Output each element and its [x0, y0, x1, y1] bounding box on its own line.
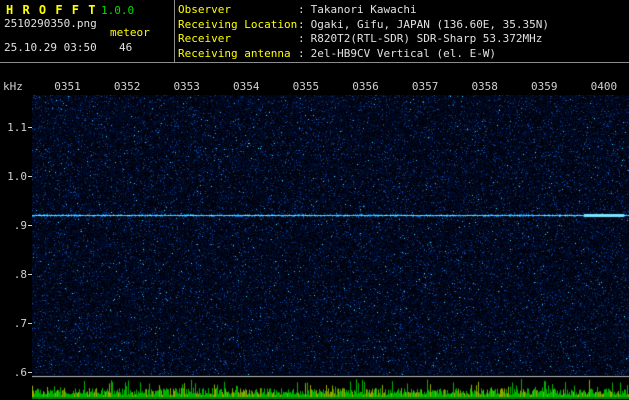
time-tick-label: 0355: [292, 80, 320, 93]
time-tick-label: 0359: [531, 80, 558, 93]
station-info: Observer: Takanori Kawachi Receiving Loca…: [178, 3, 549, 61]
info-row-observer: Observer: Takanori Kawachi: [178, 3, 549, 18]
info-label: Receiving antenna: [178, 46, 291, 60]
time-tick-label: 0358: [471, 80, 498, 93]
freq-tick-label: .9: [13, 219, 27, 232]
info-label: Receiver: [178, 32, 231, 45]
info-colon: :: [298, 17, 305, 31]
time-tick-label: 0351: [54, 80, 81, 93]
info-colon: :: [298, 32, 305, 45]
freq-tick-label: 1.1: [7, 121, 27, 134]
info-value: Takanori Kawachi: [310, 3, 417, 16]
info-value: R820T2(RTL-SDR) SDR-Sharp 53.372MHz: [310, 32, 543, 45]
app-version: 1.0.0: [101, 4, 135, 17]
info-row-antenna: Receiving antenna:2el-HB9CV Vertical (el…: [178, 47, 549, 62]
info-colon: :: [298, 46, 305, 60]
info-value: Ogaki, Gifu, JAPAN (136.60E, 35.35N): [310, 17, 550, 31]
frequency-axis: 1.1 1.0 .9 .8 .7 .6: [0, 0, 32, 400]
header-horizontal-divider: [0, 62, 629, 63]
time-axis: 0351 0352 0353 0354 0355 0356 0357 0358 0359 0400: [0, 80, 629, 93]
time-tick-label: 0354: [233, 80, 260, 93]
info-row-receiver: Receiver: R820T2(RTL-SDR) SDR-Sharp 53.37…: [178, 32, 549, 47]
header-vertical-divider: [174, 0, 175, 62]
hrofft-output: H R O F F T 1.0.0 2510290350.png meteor …: [0, 0, 629, 400]
spectrogram-canvas: [32, 95, 629, 400]
meteor-count: 46: [119, 41, 133, 54]
info-label: Observer: [178, 3, 231, 16]
time-tick-label: 0352: [113, 80, 141, 93]
time-tick-label: 0357: [411, 80, 439, 93]
time-tick-label: 0356: [352, 80, 379, 93]
freq-tick-label: 1.0: [7, 170, 27, 183]
time-tick-label: 0400: [590, 80, 618, 93]
info-label: Receiving Location: [178, 17, 298, 31]
time-tick-label: 0353: [173, 80, 200, 93]
freq-tick-label: .6: [13, 366, 27, 379]
info-value: 2el-HB9CV Vertical (el. E-W): [310, 46, 497, 60]
freq-tick-label: .7: [13, 317, 27, 330]
info-row-location: Receiving Location: Ogaki, Gifu, JAPAN (1…: [178, 18, 549, 33]
freq-tick-label: .8: [13, 268, 27, 281]
info-colon: :: [298, 3, 305, 16]
mode-label: meteor: [110, 26, 150, 39]
